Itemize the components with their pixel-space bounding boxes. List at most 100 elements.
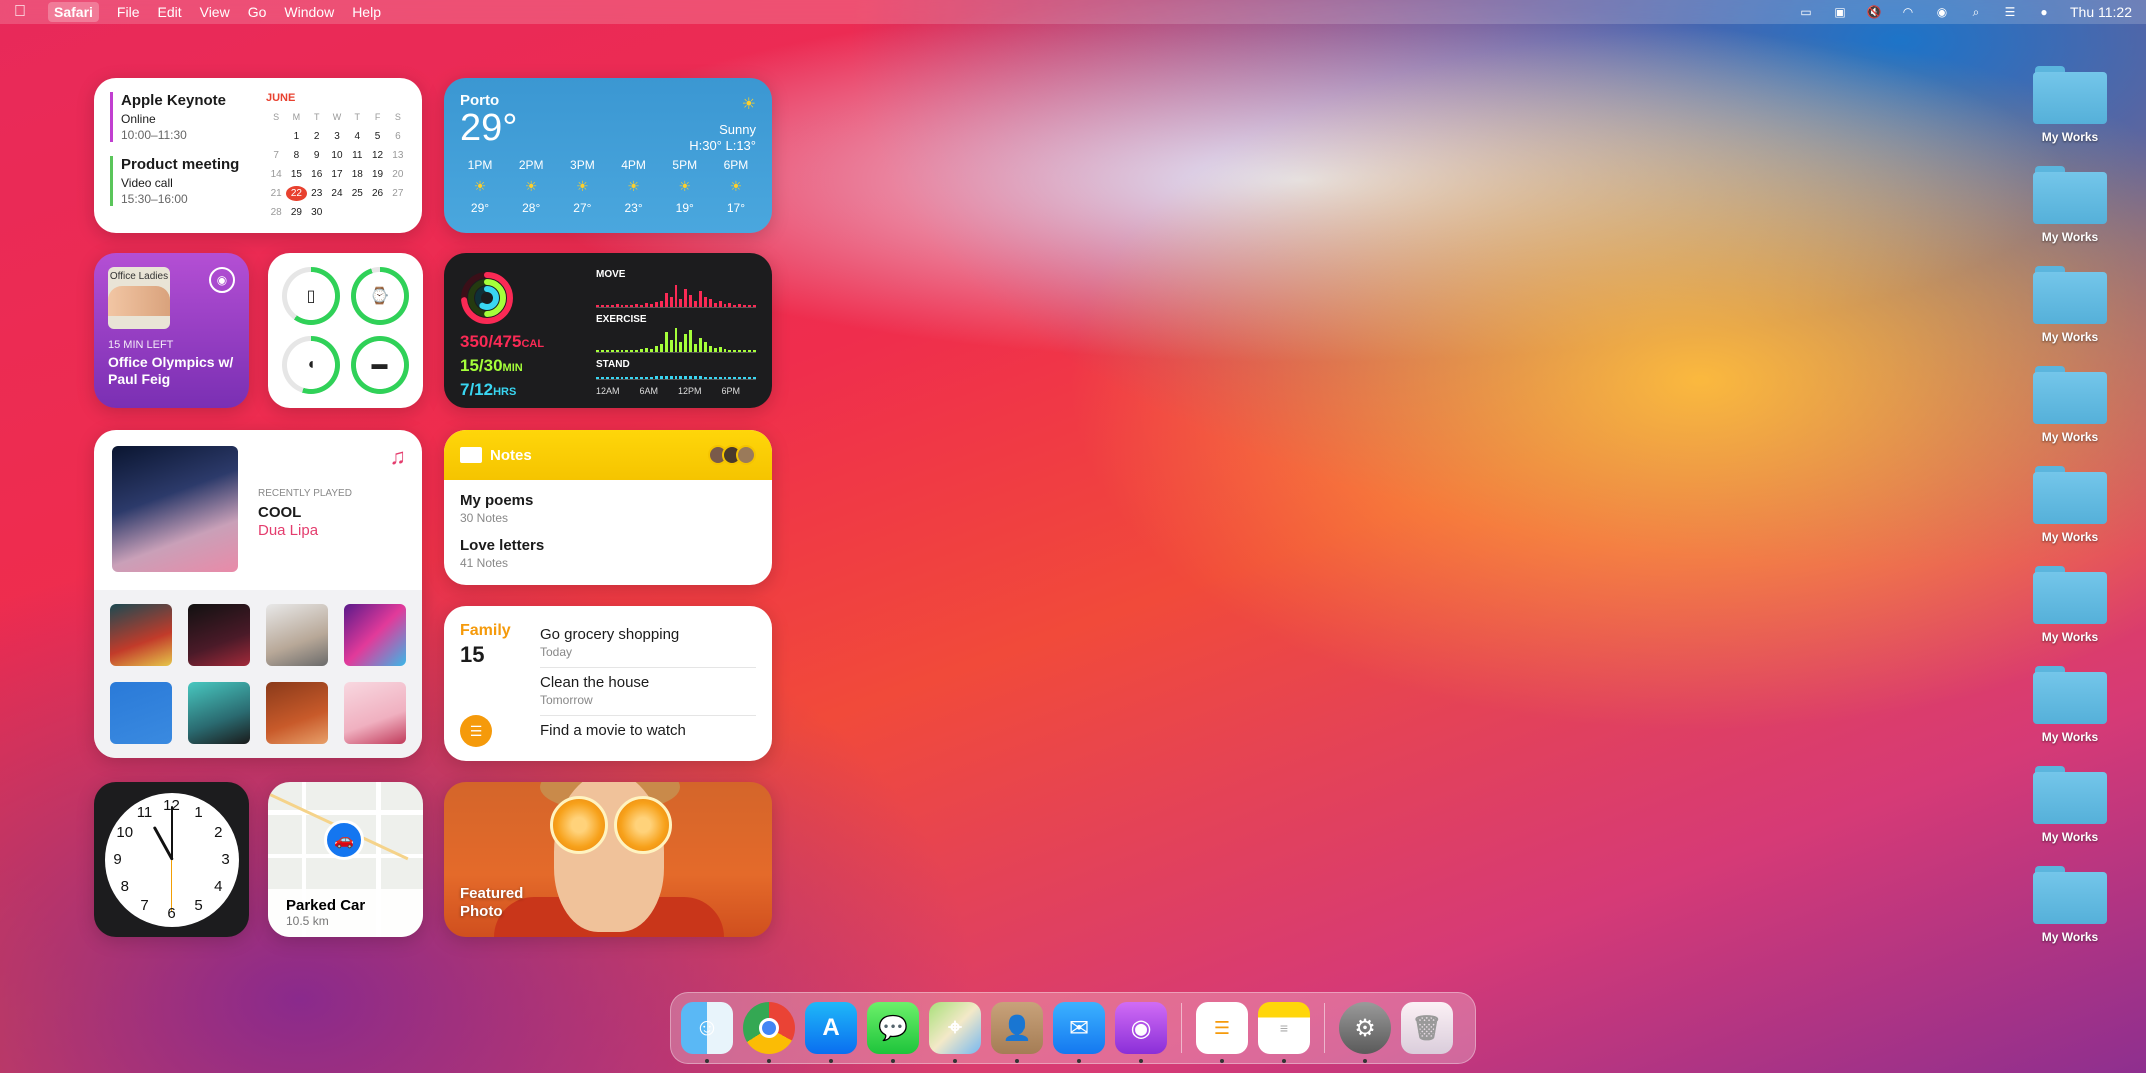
calendar-day[interactable]: 16 <box>307 167 327 182</box>
menu-view[interactable]: View <box>200 4 230 20</box>
messages-icon[interactable]: 💬 <box>867 1002 919 1063</box>
desktop-folder[interactable]: My Works <box>2030 766 2110 844</box>
calendar-day[interactable]: 15 <box>286 167 306 182</box>
calendar-day[interactable]: 14 <box>266 167 286 182</box>
mute-icon[interactable]: 🔇 <box>1866 5 1882 19</box>
spotlight-icon[interactable]: ⌕ <box>1968 5 1984 19</box>
album-tile[interactable] <box>110 682 172 744</box>
batteries-widget[interactable]: ▯ ⌚ ◖ ▬ <box>268 253 423 408</box>
calendar-day[interactable]: 4 <box>347 129 367 144</box>
desktop-folder[interactable]: My Works <box>2030 466 2110 544</box>
album-tile[interactable] <box>266 682 328 744</box>
podcasts-app-icon[interactable]: ◉ <box>1115 1002 1167 1063</box>
calendar-day[interactable]: 13 <box>388 148 408 163</box>
album-tile[interactable] <box>188 682 250 744</box>
calendar-day[interactable]: 20 <box>388 167 408 182</box>
calendar-day[interactable]: 12 <box>367 148 387 163</box>
photos-widget[interactable]: Featured Photo <box>444 782 772 937</box>
battery-ring: ⌚ <box>350 267 409 325</box>
note-folder-item[interactable]: Love letters 41 Notes <box>444 537 772 570</box>
maps-icon[interactable]: ⌖ <box>929 1002 981 1063</box>
reminder-task[interactable]: Clean the house Tomorrow <box>540 668 756 716</box>
system-preferences-icon[interactable]: ⚙ <box>1339 1002 1391 1063</box>
music-widget[interactable]: ♫ RECENTLY PLAYED COOL Dua Lipa <box>94 430 422 758</box>
calendar-day[interactable]: 10 <box>327 148 347 163</box>
menu-go[interactable]: Go <box>248 4 267 20</box>
calendar-day[interactable]: 19 <box>367 167 387 182</box>
notes-widget[interactable]: Notes My poems 30 Notes Love letters 41 … <box>444 430 772 585</box>
car-icon[interactable]: 🚗 <box>324 820 364 860</box>
calendar-day[interactable]: 29 <box>286 205 306 220</box>
activity-widget[interactable]: 350/475CAL 15/30MIN 7/12HRS MOVE EXERCIS… <box>444 253 772 408</box>
reminders-widget[interactable]: Family 15 ☰ Go grocery shopping Today Cl… <box>444 606 772 761</box>
input-source-icon[interactable]: ▣ <box>1832 5 1848 19</box>
album-tile[interactable] <box>266 604 328 666</box>
calendar-day[interactable]: 25 <box>347 186 367 201</box>
calendar-day[interactable]: 2 <box>307 129 327 144</box>
desktop-folder[interactable]: My Works <box>2030 566 2110 644</box>
apple-menu-icon[interactable]:  <box>14 3 30 21</box>
notes-app-icon[interactable]: ≡ <box>1258 1002 1310 1063</box>
reminders-icon[interactable]: ☰ <box>1196 1002 1248 1063</box>
folder-icon <box>2033 666 2107 724</box>
activity-bar <box>718 301 722 307</box>
desktop-folder[interactable]: My Works <box>2030 166 2110 244</box>
calendar-day[interactable]: 30 <box>307 205 327 220</box>
app-store-icon[interactable]: A <box>805 1002 857 1063</box>
album-tile[interactable] <box>188 604 250 666</box>
chrome-icon[interactable] <box>743 1002 795 1063</box>
airplay-icon[interactable]: ▭ <box>1798 5 1814 19</box>
calendar-day[interactable]: 17 <box>327 167 347 182</box>
weather-widget[interactable]: Porto 29° ☀ Sunny H:30° L:13° 1PM ☀ 29° 2PM… <box>444 78 772 233</box>
user-icon[interactable]: ◉ <box>1934 5 1950 19</box>
calendar-day[interactable]: 27 <box>388 186 408 201</box>
calendar-widget[interactable]: Apple Keynote Online 10:00–11:30 Product… <box>94 78 422 233</box>
calendar-day[interactable]: 9 <box>307 148 327 163</box>
note-folder-item[interactable]: My poems 30 Notes <box>444 492 772 525</box>
calendar-day[interactable]: 24 <box>327 186 347 201</box>
contacts-icon[interactable]: 👤 <box>991 1002 1043 1063</box>
calendar-day[interactable]: 22 <box>286 186 307 201</box>
calendar-day[interactable]: 1 <box>286 129 306 144</box>
maps-widget[interactable]: 🚗 Parked Car 10.5 km <box>268 782 423 937</box>
control-center-icon[interactable]: ☰ <box>2002 5 2018 19</box>
reminder-task[interactable]: Find a movie to watch <box>540 716 756 747</box>
siri-icon[interactable]: ● <box>2036 5 2052 19</box>
wifi-icon[interactable]: ◠ <box>1900 5 1916 19</box>
desktop-folder[interactable]: My Works <box>2030 666 2110 744</box>
activity-bar <box>679 342 683 352</box>
desktop-folder[interactable]: My Works <box>2030 866 2110 944</box>
calendar-day[interactable]: 5 <box>367 129 387 144</box>
menu-app-name[interactable]: Safari <box>48 2 99 22</box>
finder-icon[interactable]: ☺ <box>681 1002 733 1063</box>
calendar-day[interactable]: 11 <box>347 148 367 163</box>
calendar-day[interactable]: 18 <box>347 167 367 182</box>
calendar-day[interactable]: 23 <box>307 186 327 201</box>
album-tile[interactable] <box>110 604 172 666</box>
menu-help[interactable]: Help <box>352 4 381 20</box>
list-icon[interactable]: ☰ <box>460 715 492 747</box>
menu-edit[interactable]: Edit <box>157 4 181 20</box>
calendar-day[interactable]: 7 <box>266 148 286 163</box>
trash-icon[interactable]: 🗑 <box>1401 1002 1453 1054</box>
podcast-widget[interactable]: Office Ladies ◉ 15 MIN LEFT Office Olymp… <box>94 253 249 408</box>
album-tile[interactable] <box>344 604 406 666</box>
desktop-folder[interactable]: My Works <box>2030 366 2110 444</box>
calendar-day[interactable]: 21 <box>266 186 286 201</box>
album-cover[interactable] <box>112 446 238 572</box>
activity-bar <box>615 304 619 307</box>
menu-file[interactable]: File <box>117 4 140 20</box>
desktop-folder[interactable]: My Works <box>2030 66 2110 144</box>
calendar-day[interactable]: 26 <box>367 186 387 201</box>
clock-widget[interactable]: 12 1 2 3 4 5 6 7 8 9 10 11 <box>94 782 249 937</box>
calendar-day[interactable]: 8 <box>286 148 306 163</box>
reminder-task[interactable]: Go grocery shopping Today <box>540 620 756 668</box>
album-tile[interactable] <box>344 682 406 744</box>
calendar-day[interactable]: 6 <box>388 129 408 144</box>
menu-window[interactable]: Window <box>284 4 334 20</box>
calendar-day[interactable]: 28 <box>266 205 286 220</box>
menu-clock[interactable]: Thu 11:22 <box>2070 4 2132 20</box>
mail-icon[interactable]: ✉ <box>1053 1002 1105 1063</box>
calendar-day[interactable]: 3 <box>327 129 347 144</box>
desktop-folder[interactable]: My Works <box>2030 266 2110 344</box>
